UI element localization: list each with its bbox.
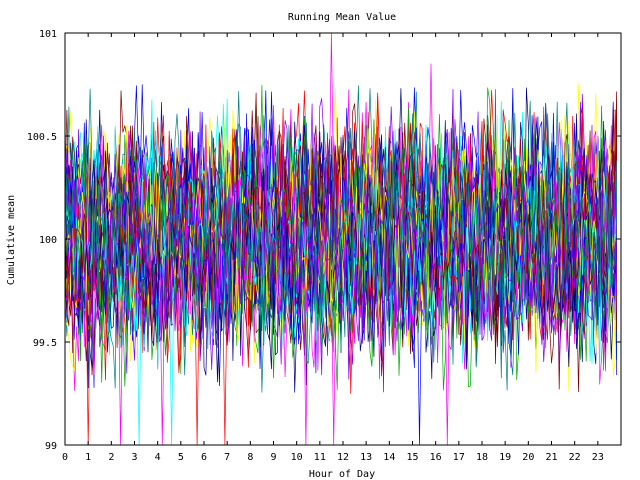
y-tick-label-2: 100 <box>39 235 57 246</box>
x-tick-label-0: 0 <box>62 452 68 463</box>
x-tick-label-19: 19 <box>499 452 511 463</box>
x-tick-label-6: 6 <box>201 452 207 463</box>
y-axis-label: Cumulative mean <box>6 195 17 285</box>
y-tick-label-3: 100.5 <box>27 132 57 143</box>
x-tick-label-5: 5 <box>178 452 184 463</box>
x-tick-label-2: 2 <box>108 452 114 463</box>
x-tick-label-11: 11 <box>314 452 326 463</box>
x-tick-label-3: 3 <box>131 452 137 463</box>
running-mean-chart: Running Mean Value Cumulative mean Hour … <box>6 12 622 480</box>
x-tick-label-17: 17 <box>453 452 465 463</box>
x-tick-label-21: 21 <box>545 452 557 463</box>
x-tick-label-22: 22 <box>569 452 581 463</box>
spike-3 <box>136 300 142 445</box>
x-tick-label-10: 10 <box>291 452 303 463</box>
x-tick-label-9: 9 <box>270 452 276 463</box>
series-layer <box>65 33 617 445</box>
x-tick-label-8: 8 <box>247 452 253 463</box>
x-tick-label-23: 23 <box>592 452 604 463</box>
x-tick-label-13: 13 <box>360 452 372 463</box>
x-tick-label-1: 1 <box>85 452 91 463</box>
x-tick-label-16: 16 <box>430 452 442 463</box>
x-tick-label-15: 15 <box>406 452 418 463</box>
y-tick-label-1: 99.5 <box>33 338 57 349</box>
chart-title: Running Mean Value <box>288 12 396 23</box>
spike-4 <box>159 300 165 445</box>
y-tick-label-0: 99 <box>45 441 57 452</box>
x-axis-label: Hour of Day <box>309 469 375 480</box>
x-tick-label-18: 18 <box>476 452 488 463</box>
x-tick-label-4: 4 <box>155 452 161 463</box>
x-tick-label-14: 14 <box>383 452 395 463</box>
x-tick-label-12: 12 <box>337 452 349 463</box>
y-tick-label-4: 101 <box>39 29 57 40</box>
x-tick-label-7: 7 <box>224 452 230 463</box>
x-tick-label-20: 20 <box>522 452 534 463</box>
spike-11 <box>417 300 422 445</box>
